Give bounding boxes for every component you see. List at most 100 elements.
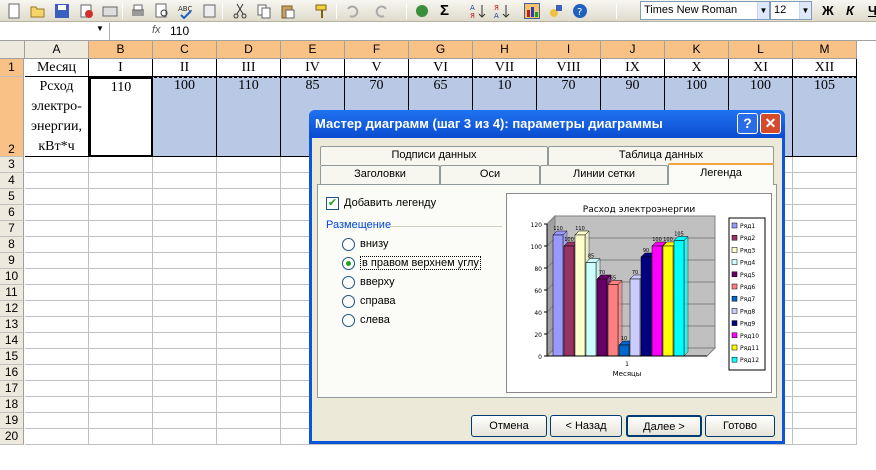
tab-legend[interactable]: Легенда (668, 163, 774, 185)
empty-cell[interactable] (153, 429, 217, 445)
save-icon[interactable] (54, 3, 70, 19)
row-header[interactable]: 5 (0, 189, 24, 205)
help-icon[interactable]: ? (572, 3, 588, 19)
header-cell[interactable]: VII (473, 59, 537, 77)
close-button[interactable]: ✕ (760, 113, 781, 134)
empty-cell[interactable] (153, 221, 217, 237)
empty-cell[interactable] (217, 269, 281, 285)
empty-cell[interactable] (793, 317, 857, 333)
row-header[interactable]: 14 (0, 333, 24, 349)
undo-icon[interactable] (344, 3, 360, 19)
empty-cell[interactable] (153, 413, 217, 429)
empty-cell[interactable] (793, 269, 857, 285)
empty-cell[interactable] (25, 237, 89, 253)
header-cell[interactable]: I (89, 59, 153, 77)
redo-icon[interactable] (374, 3, 390, 19)
column-header[interactable]: G (409, 41, 473, 59)
empty-cell[interactable] (793, 253, 857, 269)
spelling-icon[interactable]: ABC (178, 3, 194, 20)
data-cell[interactable]: Рсход электро-энергии, кВт*ч (25, 77, 89, 157)
header-cell[interactable]: IX (601, 59, 665, 77)
format-painter-icon[interactable] (314, 3, 330, 19)
empty-cell[interactable] (793, 157, 857, 173)
chart-wizard-icon[interactable] (524, 3, 540, 19)
empty-cell[interactable] (153, 253, 217, 269)
empty-cell[interactable] (153, 189, 217, 205)
empty-cell[interactable] (217, 237, 281, 253)
header-cell[interactable]: XII (793, 59, 857, 77)
bold-button[interactable]: Ж (822, 3, 838, 19)
data-cell[interactable]: 110 (89, 77, 153, 157)
help-button[interactable]: ? (737, 113, 758, 134)
empty-cell[interactable] (25, 349, 89, 365)
header-cell[interactable]: X (665, 59, 729, 77)
empty-cell[interactable] (25, 333, 89, 349)
tab-gridlines[interactable]: Линии сетки (540, 165, 668, 184)
research-icon[interactable] (202, 3, 218, 19)
column-header[interactable]: M (793, 41, 857, 59)
empty-cell[interactable] (217, 157, 281, 173)
empty-cell[interactable] (217, 365, 281, 381)
empty-cell[interactable] (217, 221, 281, 237)
empty-cell[interactable] (89, 317, 153, 333)
finish-button[interactable]: Готово (705, 415, 775, 437)
column-header[interactable]: K (665, 41, 729, 59)
column-header[interactable]: H (473, 41, 537, 59)
empty-cell[interactable] (89, 221, 153, 237)
empty-cell[interactable] (793, 301, 857, 317)
empty-cell[interactable] (153, 397, 217, 413)
row-header[interactable]: 11 (0, 285, 24, 301)
row-header[interactable]: 9 (0, 253, 24, 269)
empty-cell[interactable] (217, 333, 281, 349)
empty-cell[interactable] (25, 317, 89, 333)
column-header[interactable]: D (217, 41, 281, 59)
hyperlink-icon[interactable] (414, 3, 430, 19)
empty-cell[interactable] (217, 349, 281, 365)
empty-cell[interactable] (25, 413, 89, 429)
empty-cell[interactable] (89, 237, 153, 253)
empty-cell[interactable] (153, 317, 217, 333)
empty-cell[interactable] (217, 301, 281, 317)
row-header[interactable]: 20 (0, 429, 24, 445)
empty-cell[interactable] (153, 285, 217, 301)
permission-icon[interactable] (78, 3, 94, 19)
data-cell[interactable]: 100 (153, 77, 217, 157)
empty-cell[interactable] (89, 429, 153, 445)
empty-cell[interactable] (89, 413, 153, 429)
empty-cell[interactable] (217, 397, 281, 413)
column-header[interactable]: C (153, 41, 217, 59)
empty-cell[interactable] (793, 237, 857, 253)
header-cell[interactable]: VIII (537, 59, 601, 77)
autosum-icon[interactable]: Σ (440, 3, 456, 19)
empty-cell[interactable] (25, 301, 89, 317)
empty-cell[interactable] (793, 333, 857, 349)
empty-cell[interactable] (25, 381, 89, 397)
column-header[interactable]: F (345, 41, 409, 59)
empty-cell[interactable] (89, 397, 153, 413)
row-header[interactable]: 6 (0, 205, 24, 221)
copy-icon[interactable] (256, 3, 272, 19)
header-cell[interactable]: IV (281, 59, 345, 77)
tab-titles[interactable]: Заголовки (320, 165, 440, 184)
empty-cell[interactable] (153, 173, 217, 189)
empty-cell[interactable] (153, 205, 217, 221)
empty-cell[interactable] (89, 173, 153, 189)
empty-cell[interactable] (217, 205, 281, 221)
data-cell[interactable]: 105 (793, 77, 857, 157)
row-header[interactable]: 12 (0, 301, 24, 317)
empty-cell[interactable] (25, 397, 89, 413)
empty-cell[interactable] (793, 173, 857, 189)
cancel-button[interactable]: Отмена (471, 415, 547, 437)
add-legend-checkbox[interactable]: ✔ (326, 197, 339, 210)
sort-descending-icon[interactable]: ЯA (494, 3, 510, 20)
empty-cell[interactable] (89, 365, 153, 381)
column-header[interactable]: A (25, 41, 89, 59)
empty-cell[interactable] (89, 349, 153, 365)
empty-cell[interactable] (793, 189, 857, 205)
column-header[interactable]: J (601, 41, 665, 59)
empty-cell[interactable] (793, 349, 857, 365)
print-preview-icon[interactable] (154, 3, 170, 19)
empty-cell[interactable] (153, 237, 217, 253)
empty-cell[interactable] (793, 397, 857, 413)
sort-ascending-icon[interactable]: AЯ (470, 3, 486, 20)
